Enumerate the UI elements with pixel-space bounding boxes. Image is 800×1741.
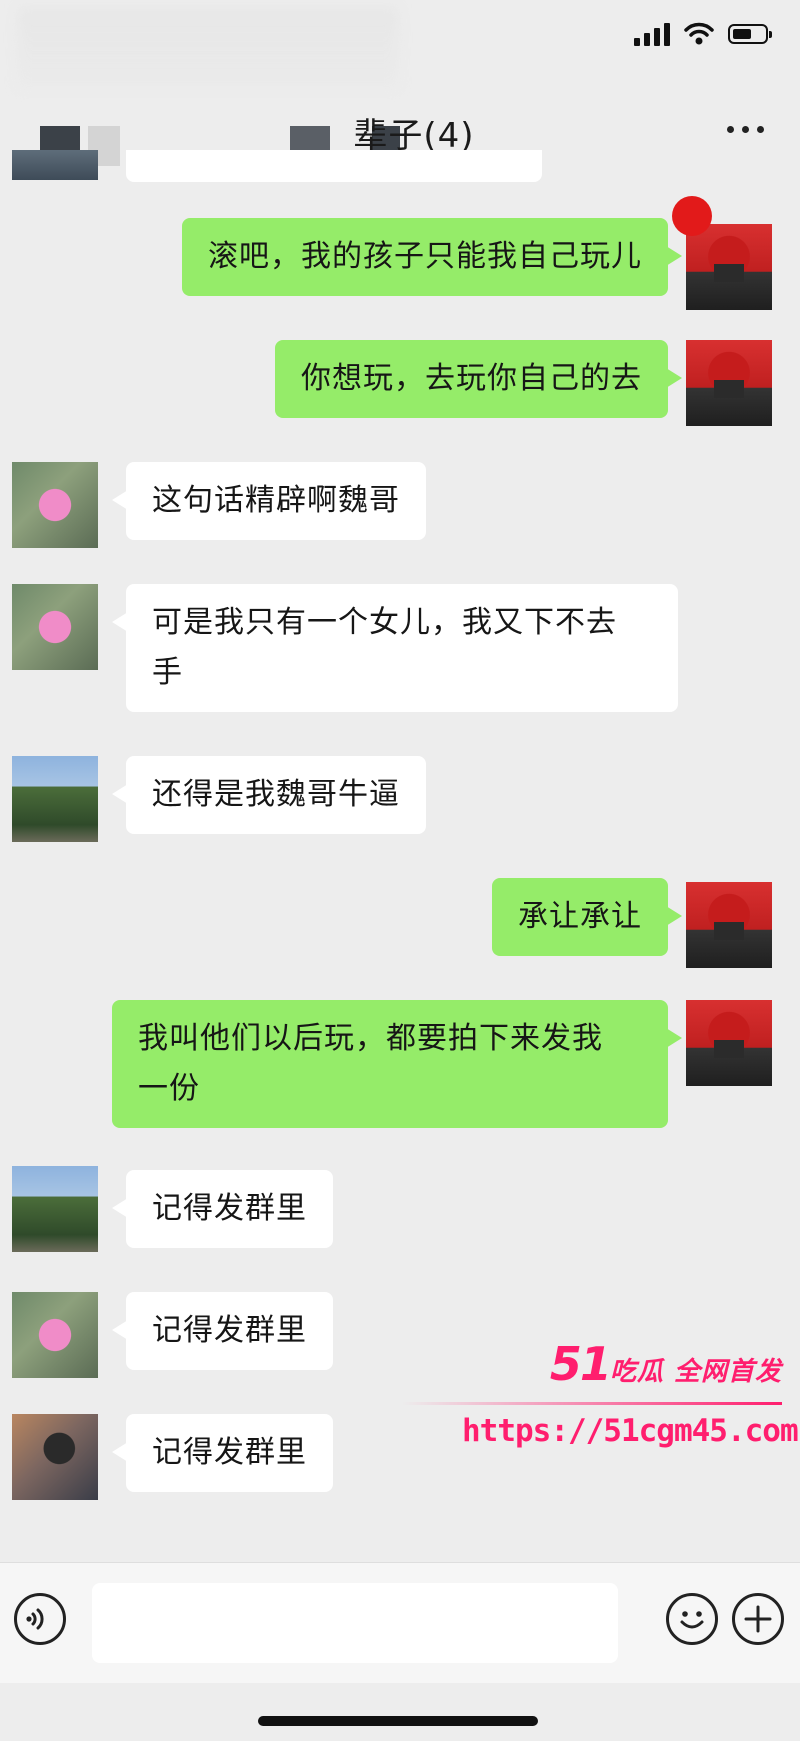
voice-icon[interactable]: [14, 1593, 66, 1645]
message-bubble-partial: [126, 150, 542, 182]
wifi-icon: [684, 22, 714, 45]
avatar[interactable]: [12, 1292, 98, 1378]
mosaic-red-patch: [672, 196, 712, 236]
message-bubble[interactable]: 记得发群里: [112, 1414, 333, 1492]
message-bubble[interactable]: 你想玩，去玩你自己的去: [275, 340, 682, 418]
signal-icon: [634, 22, 670, 46]
watermark-text: 吃瓜 全网首发: [609, 1357, 782, 1387]
chat-screen: 辈子(4) 滚吧，我的孩子只能我自己玩儿 你想玩，去玩你自己的去 这句话精辟啊魏…: [0, 0, 800, 1741]
message-bubble[interactable]: 记得发群里: [112, 1292, 333, 1370]
watermark-url: https://51cgm45.com: [462, 1413, 799, 1449]
message-bubble[interactable]: 还得是我魏哥牛逼: [112, 756, 426, 834]
avatar[interactable]: [12, 1166, 98, 1252]
avatar[interactable]: [12, 1414, 98, 1500]
message-bubble[interactable]: 承让承让: [492, 878, 682, 956]
avatar[interactable]: [12, 584, 98, 670]
blurred-status-area: [18, 8, 398, 88]
status-icons: [634, 22, 772, 46]
message-bubble[interactable]: 滚吧，我的孩子只能我自己玩儿: [182, 218, 682, 296]
message-bubble[interactable]: 我叫他们以后玩，都要拍下来发我 一份: [112, 1000, 682, 1128]
message-bubble[interactable]: 记得发群里: [112, 1170, 333, 1248]
watermark: 51吃瓜 全网首发 https://51cgm45.com: [402, 1338, 799, 1449]
input-bar: [0, 1562, 800, 1683]
message-input[interactable]: [92, 1583, 618, 1663]
watermark-line: [402, 1402, 782, 1405]
more-options-icon[interactable]: [727, 126, 764, 133]
avatar[interactable]: [12, 756, 98, 842]
message-bubble[interactable]: 可是我只有一个女儿，我又下不去 手: [112, 584, 678, 712]
avatar[interactable]: [686, 340, 772, 426]
watermark-number: 51: [549, 1337, 612, 1391]
status-bar: [0, 0, 800, 88]
home-indicator[interactable]: [258, 1716, 538, 1726]
plus-icon[interactable]: [732, 1593, 784, 1645]
avatar[interactable]: [686, 1000, 772, 1086]
avatar[interactable]: [686, 224, 772, 310]
avatar[interactable]: [686, 882, 772, 968]
avatar[interactable]: [12, 150, 98, 180]
watermark-brand: 51吃瓜 全网首发: [462, 1338, 782, 1398]
avatar[interactable]: [12, 462, 98, 548]
message-bubble[interactable]: 这句话精辟啊魏哥: [112, 462, 426, 540]
battery-icon: [728, 24, 772, 44]
emoji-icon[interactable]: [666, 1593, 718, 1645]
